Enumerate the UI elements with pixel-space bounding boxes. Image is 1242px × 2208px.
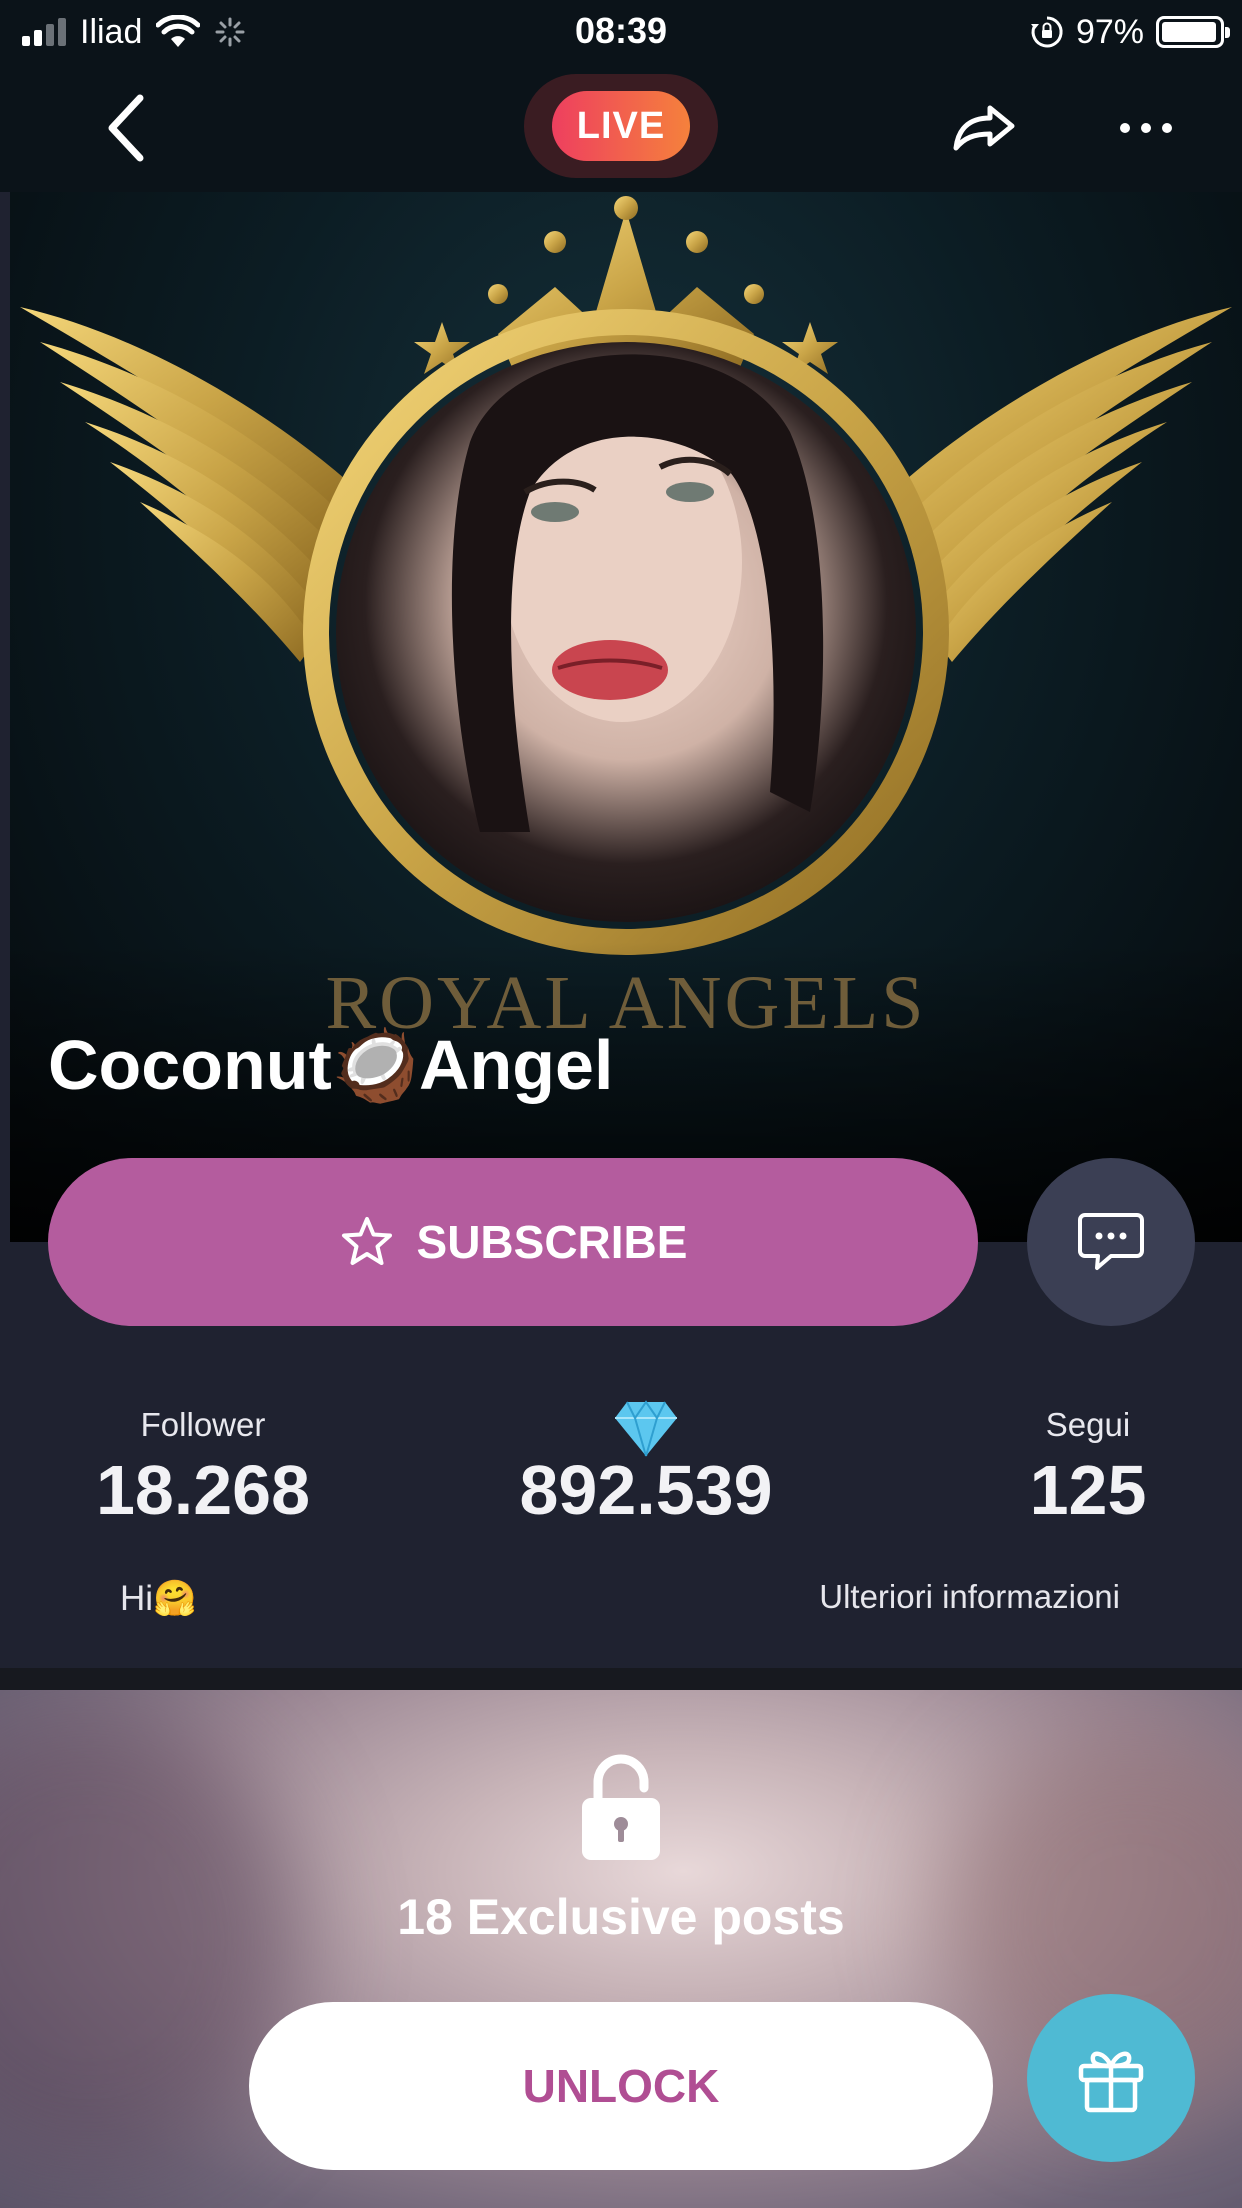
following-label: Segui xyxy=(1045,1406,1131,1443)
chat-bubble-icon xyxy=(1078,1213,1144,1270)
status-bar: Iliad 08:39 97% xyxy=(0,0,1242,62)
gift-icon xyxy=(1078,2051,1144,2113)
more-dots-icon xyxy=(1120,123,1172,133)
profile-name: Coconut🥥Angel xyxy=(48,1026,614,1104)
share-arrow-icon xyxy=(953,105,1015,151)
unlock-label: UNLOCK xyxy=(522,2060,720,2112)
lock-icon xyxy=(582,1754,660,1860)
following-count: 125 xyxy=(1029,1451,1147,1529)
following-stat[interactable]: Segui 125 xyxy=(968,1400,1208,1530)
subscribe-label: SUBSCRIBE xyxy=(416,1216,688,1268)
section-divider xyxy=(0,1668,1242,1690)
followers-count: 18.268 xyxy=(95,1451,311,1529)
followers-label: Follower xyxy=(140,1406,266,1443)
chevron-left-icon xyxy=(108,94,144,162)
status-right: 97% xyxy=(1030,12,1230,52)
back-button[interactable] xyxy=(86,88,166,168)
share-button[interactable] xyxy=(944,88,1024,168)
live-badge: LIVE xyxy=(552,91,690,161)
more-options-button[interactable] xyxy=(1106,88,1186,168)
top-navigation: LIVE xyxy=(0,62,1242,192)
diamond-icon-wrap xyxy=(496,1400,796,1457)
live-badge-button[interactable]: LIVE xyxy=(524,74,718,178)
diamonds-stat: 892.539 xyxy=(496,1400,796,1530)
unlock-button[interactable]: UNLOCK xyxy=(249,2002,993,2170)
orientation-lock-icon xyxy=(1030,16,1063,48)
gift-button[interactable] xyxy=(1027,1994,1195,2162)
message-button[interactable] xyxy=(1027,1158,1195,1326)
followers-stat[interactable]: Follower 18.268 xyxy=(78,1400,328,1530)
diamonds-count: 892.539 xyxy=(519,1451,773,1529)
subscribe-button[interactable]: SUBSCRIBE xyxy=(48,1158,978,1326)
profile-bio: Hi🤗 xyxy=(120,1579,197,1618)
more-info-link[interactable]: Ulteriori informazioni xyxy=(819,1578,1120,1616)
exclusive-posts-count: 18 Exclusive posts xyxy=(397,1889,845,1945)
battery-icon xyxy=(1156,16,1230,48)
battery-percentage: 97% xyxy=(1075,12,1144,51)
star-outline-icon xyxy=(341,1217,392,1265)
